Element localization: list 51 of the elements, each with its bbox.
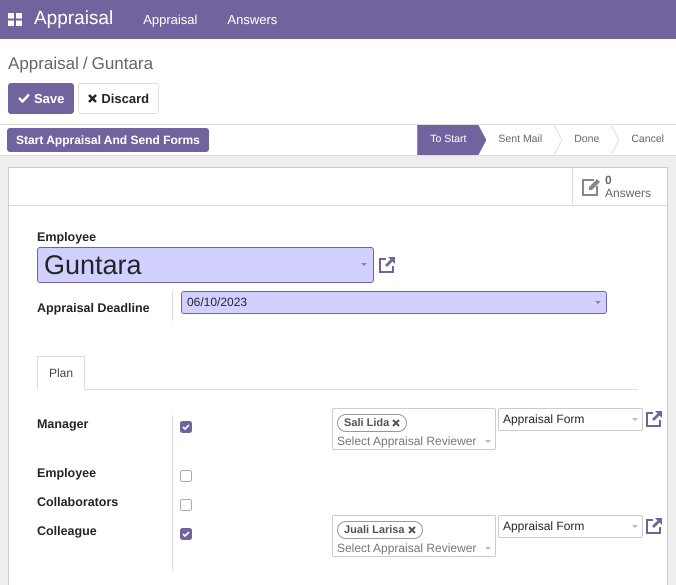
breadcrumb-current: Guntara [92,53,154,75]
remove-icon[interactable] [408,526,416,534]
caret-icon [485,440,491,444]
caret-icon [361,263,367,266]
edit-icon [580,178,601,196]
employee-field[interactable]: Guntara [37,246,374,283]
tab[interactable]: Plan [37,356,86,390]
save-button[interactable]: Save [8,82,74,114]
field-label: Colleague [37,522,98,540]
status-stage[interactable]: To Start [417,125,486,155]
answers-count: 0 [604,174,613,186]
app-title: Appraisal [34,7,114,32]
apps-menu-icon[interactable] [8,13,22,26]
check-icon [18,93,30,104]
discard-button[interactable]: Discard [78,82,160,114]
start-appraisal-button[interactable]: Start Appraisal And Send Forms [7,128,209,152]
status-stage[interactable]: Sent Mail [486,125,554,155]
field-label: Appraisal Deadline [37,290,173,321]
reviewer-field[interactable]: Sali Lida Select Appraisal Reviewer [332,408,496,450]
caret-icon [595,300,601,304]
external-link-icon[interactable] [645,516,663,534]
menu-item[interactable]: Answers [227,10,278,30]
field-label: Manager [37,416,90,433]
remove-icon[interactable] [392,418,400,427]
form-select-field[interactable]: Appraisal Form [498,408,643,431]
reviewer-tag: Sali Lida [337,414,408,432]
caret-icon [632,418,638,421]
field-label: Employee [37,229,98,246]
form-select-field[interactable]: Appraisal Form [498,514,643,538]
breadcrumb-link[interactable]: Appraisal [8,51,79,76]
caret-icon [632,524,638,528]
date-field[interactable]: 06/10/2023 [181,290,607,314]
status-stage[interactable]: Cancel [619,125,676,155]
reviewer-field[interactable]: Juali Larisa Select Appraisal Reviewer [332,514,496,557]
caret-icon [485,547,491,550]
breadcrumb-separator: / [82,53,88,75]
close-icon [88,94,98,103]
field-label: Collaborators [37,494,120,511]
external-link-icon[interactable] [378,256,396,274]
checkbox[interactable] [180,528,192,540]
external-link-icon[interactable] [645,410,663,427]
checkbox[interactable] [180,420,192,433]
checkbox[interactable] [180,498,192,511]
field-placeholder: Select Appraisal Reviewer [337,540,476,558]
answers-label: Answers [604,186,651,200]
menu-item[interactable]: Appraisal [143,10,198,30]
reviewer-tag: Juali Larisa [337,520,423,540]
field-placeholder: Select Appraisal Reviewer [337,433,476,450]
field-label: Employee [37,464,98,482]
status-stage[interactable]: Done [562,125,612,155]
checkbox[interactable] [180,470,192,482]
